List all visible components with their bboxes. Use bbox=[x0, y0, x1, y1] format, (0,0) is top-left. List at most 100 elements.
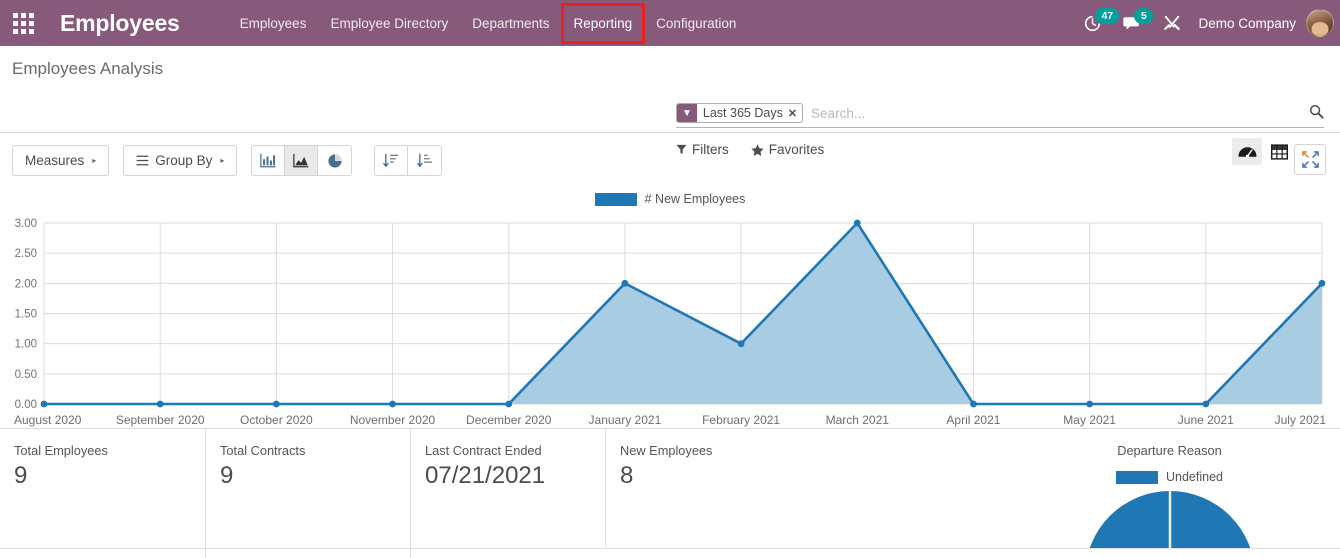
sort-descending-button[interactable] bbox=[375, 146, 409, 175]
data-point bbox=[737, 340, 745, 348]
y-axis-tick-label: 2.50 bbox=[15, 248, 37, 260]
group-by-label: Group By bbox=[155, 153, 213, 168]
kpi-row-1: Total Employees 9 Total Contracts 9 Last… bbox=[0, 429, 1340, 548]
pie-chart-holder bbox=[999, 488, 1340, 548]
company-switcher[interactable]: Demo Company bbox=[1192, 16, 1306, 31]
y-axis-tick-label: 1.50 bbox=[15, 309, 37, 321]
tile-departure-reason[interactable]: Departure Reason Undefined bbox=[985, 429, 1340, 548]
messages-count-badge: 5 bbox=[1134, 8, 1154, 24]
wrench-screwdriver-icon bbox=[1164, 15, 1181, 31]
y-axis-tick-label: 3.00 bbox=[15, 218, 37, 230]
chart-legend: # New Employees bbox=[0, 188, 1340, 210]
y-axis-tick-label: 0.50 bbox=[15, 369, 37, 381]
bar-chart-button[interactable] bbox=[252, 146, 286, 175]
tile-label: Total Employees bbox=[14, 443, 108, 458]
y-axis-tick-label: 2.00 bbox=[15, 278, 37, 290]
pie-chart-legend: Undefined bbox=[999, 470, 1340, 484]
caret-right-icon: ▸ bbox=[220, 156, 225, 165]
kpi-tiles: Total Employees 9 Total Contracts 9 Last… bbox=[0, 428, 1340, 558]
measures-label: Measures bbox=[25, 153, 85, 168]
sort-amount-asc-icon bbox=[416, 153, 432, 168]
pie-chart-title: Departure Reason bbox=[1117, 443, 1222, 458]
new-employees-area-chart[interactable]: 0.00 0.50 1.00 1.50 2.00 2.50 3.00 August 2020 S… bbox=[0, 210, 1340, 428]
tile-total-contracts[interactable]: Total Contracts 9 bbox=[205, 429, 410, 548]
user-avatar[interactable] bbox=[1306, 9, 1334, 37]
data-point bbox=[1086, 400, 1094, 408]
data-point bbox=[40, 400, 48, 408]
navbar-right-area: 47 5 Demo Company bbox=[1073, 0, 1340, 46]
menu-item-employees[interactable]: Employees bbox=[228, 3, 319, 44]
x-axis-tick-label: August 2020 bbox=[14, 413, 82, 427]
activities-menu-button[interactable]: 47 bbox=[1073, 0, 1120, 46]
facet-label: Last 365 Days bbox=[702, 106, 783, 120]
tile-label: New Employees bbox=[620, 443, 713, 458]
close-x-icon[interactable]: ✕ bbox=[787, 104, 802, 122]
tile-turnover-rate[interactable]: Turnover Rate bbox=[205, 549, 410, 558]
control-panel: Employees Analysis ▼ Last 365 Days ✕ Fil… bbox=[0, 46, 1340, 165]
tile-value: 9 bbox=[220, 462, 234, 489]
pie-chart-button[interactable] bbox=[318, 146, 352, 175]
group-by-dropdown-button[interactable]: Group By ▸ bbox=[123, 145, 238, 176]
measures-dropdown-button[interactable]: Measures ▸ bbox=[12, 145, 110, 176]
tile-mean-contract-duration[interactable]: Mean Contract Duration bbox=[410, 549, 1340, 558]
top-navbar: Employees Employees Employee Directory D… bbox=[0, 0, 1340, 46]
legend-swatch-undefined[interactable] bbox=[1116, 470, 1158, 484]
pie-chart-icon bbox=[328, 153, 342, 168]
x-axis-tick-label: October 2020 bbox=[240, 413, 313, 427]
x-axis-tick-label: April 2021 bbox=[946, 413, 1000, 427]
sort-button-group bbox=[374, 145, 443, 176]
data-point bbox=[1318, 279, 1326, 287]
data-point bbox=[272, 400, 280, 408]
chart-type-group bbox=[251, 145, 353, 176]
x-axis-tick-label: February 2021 bbox=[702, 413, 780, 427]
y-axis-tick-label: 1.00 bbox=[15, 339, 37, 351]
chart-toolbar: Measures ▸ Group By ▸ bbox=[0, 133, 1340, 188]
expand-fullscreen-button[interactable] bbox=[1294, 144, 1326, 175]
y-axis-tick-label: 0.00 bbox=[15, 399, 37, 411]
tile-new-employees[interactable]: New Employees 8 bbox=[605, 429, 985, 548]
menu-item-departments[interactable]: Departments bbox=[460, 3, 561, 44]
x-axis-tick-label: September 2020 bbox=[116, 413, 205, 427]
sort-ascending-button[interactable] bbox=[408, 146, 442, 175]
line-chart-button[interactable] bbox=[285, 146, 319, 175]
menu-item-reporting[interactable]: Reporting bbox=[560, 2, 646, 44]
departure-reason-pie-chart[interactable] bbox=[1085, 488, 1255, 548]
sort-amount-desc-icon bbox=[383, 153, 399, 168]
filter-icon: ▼ bbox=[677, 104, 697, 122]
tile-total-employees[interactable]: Total Employees 9 bbox=[0, 429, 205, 548]
hamburger-lines-icon bbox=[136, 155, 149, 166]
data-point bbox=[853, 219, 861, 227]
app-brand-employees[interactable]: Employees bbox=[60, 10, 180, 37]
apps-menu-button[interactable] bbox=[0, 0, 46, 46]
legend-swatch-new-employees[interactable] bbox=[594, 192, 637, 206]
legend-label-new-employees: # New Employees bbox=[644, 192, 746, 206]
data-point bbox=[156, 400, 164, 408]
tile-value: 9 bbox=[14, 462, 28, 489]
debug-tools-button[interactable] bbox=[1152, 0, 1192, 46]
area-chart-icon bbox=[293, 153, 309, 168]
legend-label-undefined: Undefined bbox=[1166, 470, 1223, 484]
x-axis-tick-label: July 2021 bbox=[1275, 413, 1327, 427]
messages-menu-button[interactable]: 5 bbox=[1112, 0, 1154, 46]
data-point bbox=[621, 279, 629, 287]
tile-last-contract-ended[interactable]: Last Contract Ended 07/21/2021 bbox=[410, 429, 605, 548]
x-axis-tick-label: March 2021 bbox=[826, 413, 890, 427]
area-chart-panel: # New Employees 0.00 0.50 1.00 1.50 2.00 2.50… bbox=[0, 188, 1340, 428]
tile-value: 8 bbox=[620, 462, 634, 489]
bar-chart-icon bbox=[260, 153, 276, 168]
search-view: ▼ Last 365 Days ✕ bbox=[676, 103, 1324, 128]
data-point bbox=[505, 400, 513, 408]
x-axis-tick-label: December 2020 bbox=[466, 413, 552, 427]
menu-item-configuration[interactable]: Configuration bbox=[644, 3, 748, 44]
page-title: Employees Analysis bbox=[12, 59, 164, 78]
kpi-row-2: Departure Employees Turnover Rate Mean C… bbox=[0, 548, 1340, 558]
search-facet-last-365-days[interactable]: ▼ Last 365 Days ✕ bbox=[676, 103, 804, 123]
menu-item-employee-directory[interactable]: Employee Directory bbox=[318, 3, 460, 44]
caret-right-icon: ▸ bbox=[92, 156, 97, 165]
data-point bbox=[970, 400, 977, 408]
search-input[interactable] bbox=[803, 104, 1305, 123]
x-axis-tick-label: November 2020 bbox=[350, 413, 436, 427]
magnifier-icon[interactable] bbox=[1305, 104, 1324, 123]
tile-departure-employees[interactable]: Departure Employees bbox=[0, 549, 205, 558]
tile-value: 07/21/2021 bbox=[425, 462, 546, 489]
